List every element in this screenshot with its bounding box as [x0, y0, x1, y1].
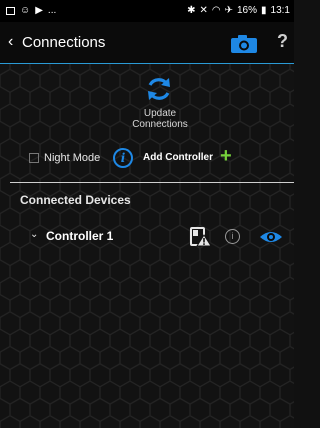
status-ellipsis: ...	[47, 5, 57, 16]
airplane-icon: ✈	[224, 5, 233, 16]
status-right: ✱ ✕ ◠ ✈ 16% ▮ 13:1	[187, 5, 290, 16]
notification-icon: ☺	[20, 5, 31, 16]
status-left: ☺ ▶ ...	[6, 5, 56, 16]
add-controller-label[interactable]: Add Controller	[143, 152, 213, 163]
info-icon[interactable]: i	[113, 148, 133, 168]
refresh-icon[interactable]	[145, 75, 173, 103]
gallery-icon	[6, 6, 15, 15]
play-icon: ▶	[35, 5, 43, 16]
wifi-icon: ◠	[211, 5, 221, 16]
warning-icon[interactable]	[190, 227, 212, 247]
plus-icon[interactable]: +	[220, 145, 232, 168]
night-mode-label: Night Mode	[44, 152, 101, 164]
connected-devices-heading: Connected Devices	[20, 193, 131, 207]
camera-icon[interactable]	[230, 34, 258, 54]
mute-icon: ✕	[199, 5, 208, 16]
status-bar: ☺ ▶ ... ✱ ✕ ◠ ✈ 16% ▮ 13:1	[0, 0, 294, 22]
battery-percent: 16%	[237, 5, 258, 16]
screen: ☺ ▶ ... ✱ ✕ ◠ ✈ 16% ▮ 13:1 ‹ Connections…	[0, 0, 294, 428]
page-title: Connections	[22, 34, 106, 51]
update-connections-button[interactable]: Update Connections	[110, 108, 210, 130]
update-label-line1: Update	[143, 108, 177, 119]
help-button[interactable]: ?	[277, 31, 288, 52]
device-name: Controller 1	[46, 229, 114, 243]
eye-icon[interactable]	[259, 230, 283, 244]
section-divider	[10, 182, 294, 183]
clock: 13:1	[270, 5, 290, 16]
bluetooth-icon: ✱	[187, 5, 196, 16]
night-mode-checkbox[interactable]	[29, 153, 39, 163]
back-button[interactable]: ‹	[8, 33, 13, 51]
device-row[interactable]: ⌄ Controller 1 i	[0, 222, 294, 252]
app-bar: ‹ Connections ?	[0, 22, 294, 64]
update-label-line2: Connections	[132, 119, 188, 130]
chevron-down-icon[interactable]: ⌄	[30, 229, 38, 240]
battery-icon: ▮	[261, 5, 267, 16]
device-info-icon[interactable]: i	[225, 229, 240, 244]
